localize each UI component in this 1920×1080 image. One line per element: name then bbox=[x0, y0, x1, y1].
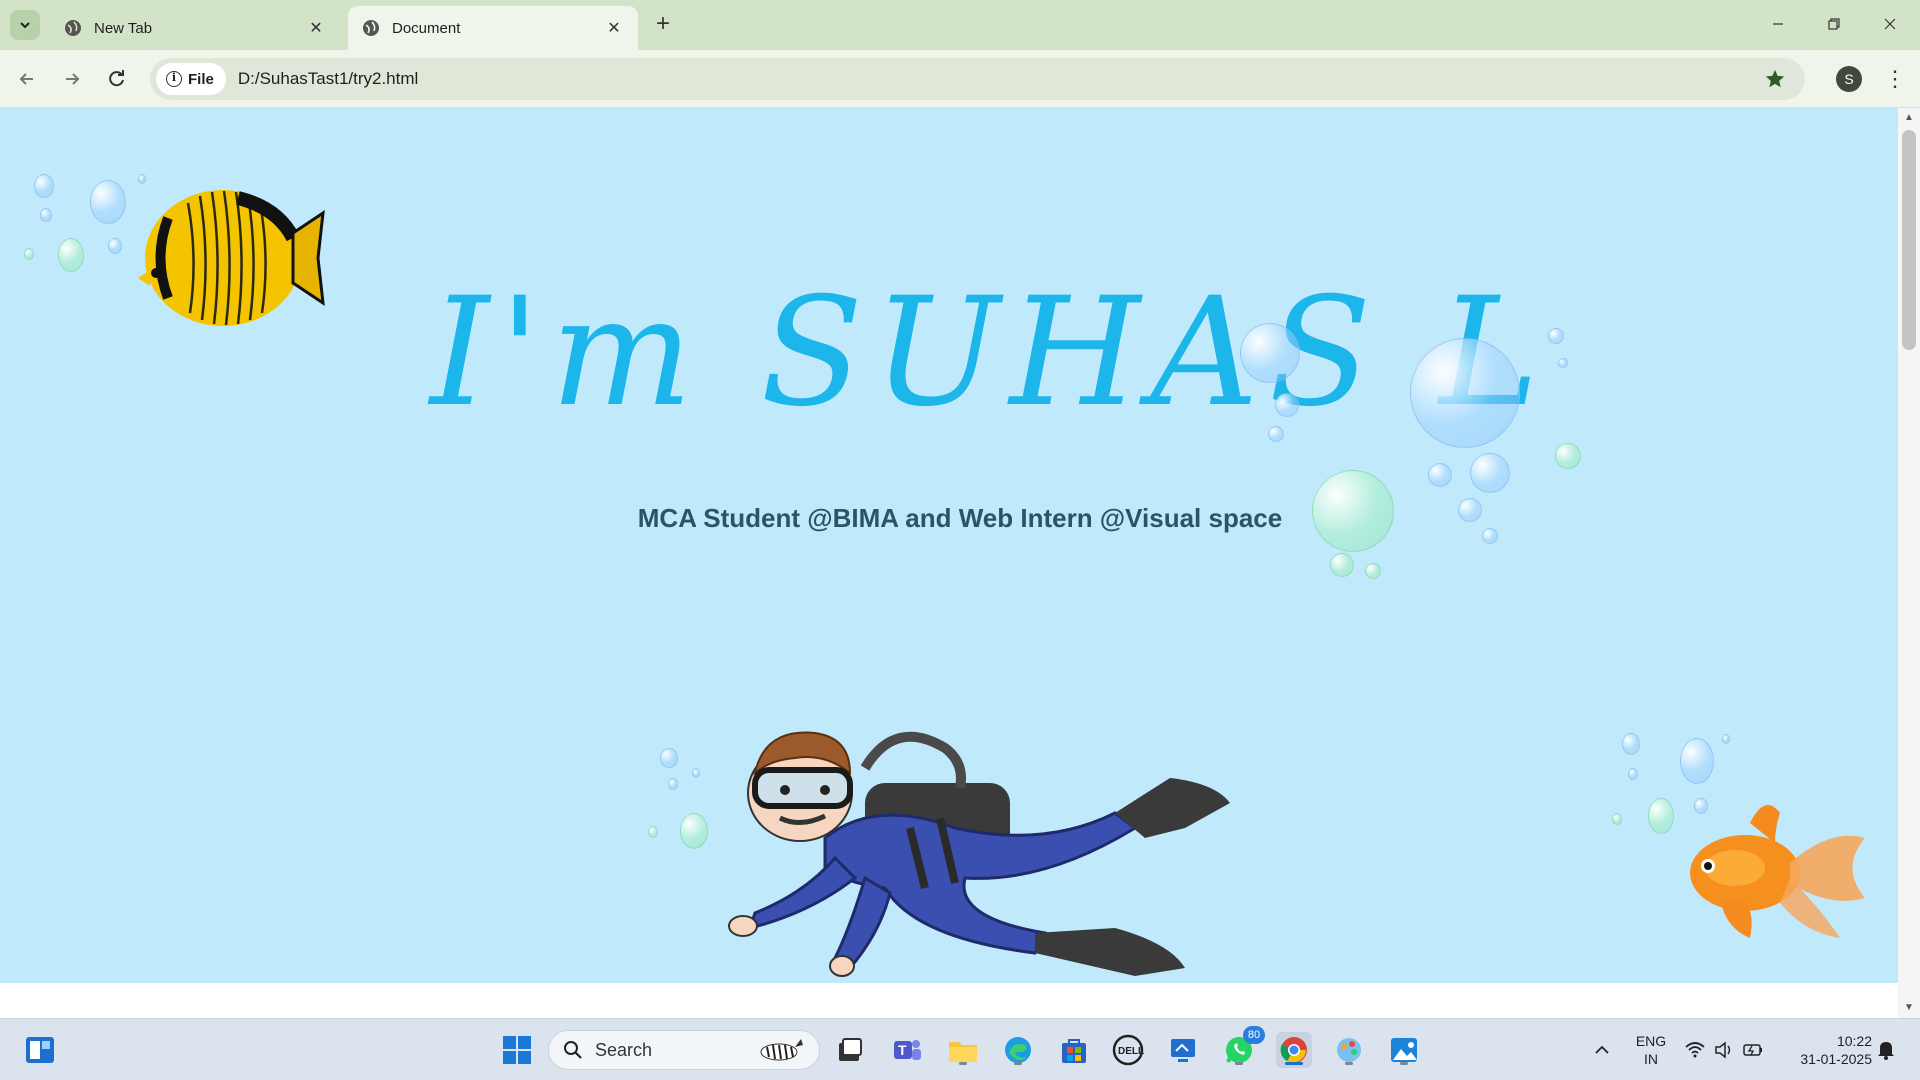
language-top: ENG bbox=[1635, 1033, 1667, 1049]
tab-document[interactable]: Document ✕ bbox=[348, 6, 638, 50]
chevron-down-icon bbox=[20, 22, 30, 29]
site-info-chip[interactable]: i File bbox=[156, 63, 226, 95]
bookmark-star-icon[interactable] bbox=[1763, 67, 1787, 91]
clock-time: 10:22 bbox=[1836, 1033, 1872, 1049]
task-view-icon[interactable] bbox=[832, 1032, 868, 1068]
taskbar-search[interactable]: Search bbox=[548, 1030, 820, 1070]
notification-badge: 80 bbox=[1243, 1026, 1265, 1044]
tab-search-button[interactable] bbox=[10, 10, 40, 40]
zebra-icon bbox=[760, 1039, 803, 1061]
reload-icon bbox=[109, 70, 124, 87]
search-icon bbox=[564, 1041, 582, 1059]
notifications-bell-icon[interactable] bbox=[1872, 1032, 1900, 1068]
address-bar[interactable]: i File D:/SuhasTast1/try2.html bbox=[150, 58, 1805, 100]
close-icon[interactable]: ✕ bbox=[604, 18, 624, 38]
url-text[interactable]: D:/SuhasTast1/try2.html bbox=[238, 69, 1763, 89]
dell-icon[interactable]: DELL bbox=[1110, 1032, 1146, 1068]
arrow-right-icon bbox=[66, 73, 80, 85]
taskbar: Search T DELL 80 ENG IN 10:22 31-01-2025 bbox=[0, 1018, 1920, 1080]
chrome-icon[interactable] bbox=[1276, 1032, 1312, 1068]
tab-title: Document bbox=[392, 19, 461, 37]
globe-icon bbox=[363, 20, 379, 36]
restore-icon[interactable] bbox=[1814, 8, 1854, 40]
wifi-icon bbox=[1685, 1042, 1705, 1058]
edge-icon[interactable] bbox=[1000, 1032, 1036, 1068]
arrow-left-icon bbox=[19, 73, 33, 85]
clock[interactable]: 10:22 31-01-2025 bbox=[1782, 1032, 1872, 1068]
store-icon[interactable] bbox=[1056, 1032, 1092, 1068]
butterflyfish-image bbox=[138, 190, 325, 326]
system-tray-status[interactable] bbox=[1680, 1032, 1768, 1068]
minimize-icon[interactable] bbox=[1758, 8, 1798, 40]
vertical-scrollbar[interactable]: ▲ ▼ bbox=[1898, 108, 1920, 1018]
window-close-icon[interactable] bbox=[1870, 8, 1910, 40]
tab-new-tab[interactable]: New Tab ✕ bbox=[50, 6, 340, 50]
start-windows-icon[interactable] bbox=[499, 1032, 535, 1068]
hero-title: I'm SUHAS L bbox=[430, 266, 1549, 440]
language-bottom: IN bbox=[1644, 1051, 1658, 1067]
browser-toolbar: i File D:/SuhasTast1/try2.html S ⋮ bbox=[0, 50, 1920, 108]
close-icon[interactable]: ✕ bbox=[306, 18, 326, 38]
page-background: I'm SUHAS L MCA Student @BIMA and Web In… bbox=[0, 108, 1898, 983]
paint-app-icon[interactable] bbox=[1331, 1032, 1367, 1068]
clock-date: 31-01-2025 bbox=[1800, 1051, 1872, 1067]
svg-text:DELL: DELL bbox=[1118, 1046, 1144, 1057]
chevron-up-icon[interactable] bbox=[1584, 1032, 1620, 1068]
teams-icon[interactable]: T bbox=[889, 1032, 925, 1068]
page-viewport: I'm SUHAS L MCA Student @BIMA and Web In… bbox=[0, 108, 1920, 1018]
language-indicator[interactable]: ENG IN bbox=[1628, 1032, 1674, 1068]
scroll-up-icon[interactable]: ▲ bbox=[1903, 112, 1915, 124]
remote-desktop-icon[interactable] bbox=[1165, 1032, 1201, 1068]
more-menu-icon[interactable]: ⋮ bbox=[1880, 64, 1910, 94]
info-icon: i bbox=[166, 71, 182, 87]
scroll-thumb[interactable] bbox=[1902, 130, 1916, 350]
svg-text:T: T bbox=[898, 1042, 907, 1058]
new-tab-button[interactable]: + bbox=[650, 12, 676, 38]
profile-avatar[interactable]: S bbox=[1836, 66, 1862, 92]
file-explorer-icon[interactable] bbox=[945, 1032, 981, 1068]
scroll-down-icon[interactable]: ▼ bbox=[1903, 1002, 1915, 1014]
back-button[interactable] bbox=[12, 64, 42, 94]
reload-button[interactable] bbox=[102, 64, 132, 94]
tab-title: New Tab bbox=[94, 19, 153, 37]
search-placeholder: Search bbox=[595, 1039, 653, 1060]
tab-strip: New Tab ✕ Document ✕ + bbox=[0, 0, 1920, 50]
whatsapp-icon[interactable]: 80 bbox=[1221, 1026, 1265, 1068]
globe-icon bbox=[65, 20, 81, 36]
forward-button[interactable] bbox=[57, 64, 87, 94]
file-chip-label: File bbox=[188, 70, 214, 88]
battery-icon bbox=[1743, 1044, 1762, 1056]
volume-icon bbox=[1715, 1041, 1731, 1059]
hero-subtitle: MCA Student @BIMA and Web Intern @Visual… bbox=[637, 503, 1283, 533]
diver-image bbox=[728, 731, 1230, 977]
photos-icon[interactable] bbox=[1386, 1032, 1422, 1068]
goldfish-image bbox=[1690, 805, 1865, 938]
widgets-icon[interactable] bbox=[22, 1032, 58, 1068]
